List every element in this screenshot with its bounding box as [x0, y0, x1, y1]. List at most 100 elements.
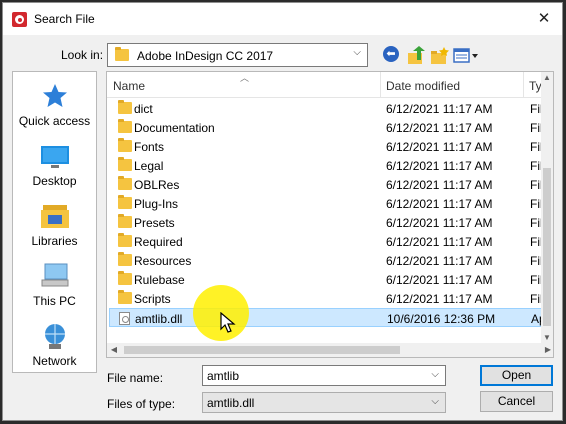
- file-name: Documentation: [134, 121, 215, 135]
- file-row[interactable]: Legal 6/12/2021 11:17 AM Fil: [109, 156, 543, 175]
- file-type-label: Files of type:: [107, 397, 176, 411]
- back-arrow-icon: ⬅: [383, 46, 399, 62]
- scroll-right-icon[interactable]: ▶: [541, 343, 553, 357]
- file-name: Scripts: [134, 292, 171, 306]
- libraries-icon: [38, 202, 72, 230]
- column-type-header[interactable]: Ty: [529, 79, 542, 93]
- column-name-header[interactable]: Name: [113, 79, 145, 93]
- app-icon: [12, 12, 27, 27]
- place-label: Quick access: [18, 114, 91, 128]
- chevron-down-icon[interactable]: ⌵: [431, 369, 439, 380]
- title-bar: Search File ✕: [3, 3, 562, 35]
- view-menu-button[interactable]: [453, 46, 479, 66]
- new-folder-icon: [431, 47, 449, 64]
- file-date: 6/12/2021 11:17 AM: [386, 102, 493, 116]
- up-folder-button[interactable]: [407, 46, 427, 66]
- place-quick-access[interactable]: Quick access: [13, 82, 96, 128]
- folder-icon: [118, 271, 132, 288]
- place-label: Libraries: [31, 234, 78, 248]
- file-date: 6/12/2021 11:17 AM: [386, 216, 493, 230]
- mouse-cursor-icon: [220, 312, 236, 333]
- file-row[interactable]: OBLRes 6/12/2021 11:17 AM Fil: [109, 175, 543, 194]
- place-label: Desktop: [32, 174, 77, 188]
- folder-icon: [118, 176, 132, 193]
- search-file-dialog: Search File ✕ Look in: Adobe InDesign CC…: [2, 2, 563, 421]
- back-button[interactable]: ⬅: [383, 46, 403, 66]
- file-date: 6/12/2021 11:17 AM: [386, 292, 493, 306]
- file-date: 6/12/2021 11:17 AM: [386, 140, 493, 154]
- file-name-value: amtlib: [207, 369, 240, 383]
- file-name: Required: [134, 235, 183, 249]
- open-button[interactable]: Open: [480, 365, 553, 386]
- file-row[interactable]: Scripts 6/12/2021 11:17 AM Fil: [109, 289, 543, 308]
- close-button[interactable]: ✕: [532, 8, 556, 30]
- file-type-select[interactable]: amtlib.dll ⌵: [202, 392, 446, 413]
- chevron-down-icon: ⌵: [431, 396, 439, 407]
- file-name: Rulebase: [134, 273, 185, 287]
- file-type-value: amtlib.dll: [207, 396, 255, 410]
- desktop-icon: [38, 142, 72, 170]
- folder-icon: [118, 138, 132, 155]
- folder-icon: [118, 233, 132, 250]
- file-date: 6/12/2021 11:17 AM: [386, 273, 493, 287]
- file-row[interactable]: Plug-Ins 6/12/2021 11:17 AM Fil: [109, 194, 543, 213]
- file-name-input[interactable]: amtlib ⌵: [202, 365, 446, 386]
- folder-icon: [115, 47, 129, 64]
- file-row[interactable]: Presets 6/12/2021 11:17 AM Fil: [109, 213, 543, 232]
- file-date: 6/12/2021 11:17 AM: [386, 178, 493, 192]
- window-title: Search File: [34, 12, 95, 26]
- places-bar: Quick access Desktop Libraries This PC N…: [12, 71, 97, 373]
- file-row[interactable]: Resources 6/12/2021 11:17 AM Fil: [109, 251, 543, 270]
- file-date: 6/12/2021 11:17 AM: [386, 254, 493, 268]
- file-row[interactable]: amtlib.dll10/6/2016 12:36 PMAp: [109, 308, 544, 328]
- folder-icon: [118, 290, 132, 307]
- horizontal-scrollbar[interactable]: ◀ ▶: [107, 343, 553, 357]
- folder-icon: [118, 195, 132, 212]
- look-in-label: Look in:: [61, 48, 104, 62]
- file-date: 6/12/2021 11:17 AM: [386, 159, 493, 173]
- sort-ascending-icon: ︿: [240, 73, 250, 83]
- file-date: 6/12/2021 11:17 AM: [386, 235, 493, 249]
- file-row[interactable]: dict 6/12/2021 11:17 AM Fil: [109, 99, 543, 118]
- vertical-scrollbar[interactable]: ▲ ▼: [541, 72, 553, 344]
- place-desktop[interactable]: Desktop: [13, 142, 96, 188]
- file-icon: [119, 312, 130, 328]
- chevron-down-icon: ⌵: [353, 47, 361, 58]
- look-in-dropdown[interactable]: Adobe InDesign CC 2017 ⌵: [107, 43, 368, 67]
- scroll-up-icon[interactable]: ▲: [541, 72, 553, 84]
- computer-icon: [38, 262, 72, 290]
- folder-icon: [118, 157, 132, 174]
- place-label: Network: [32, 354, 77, 368]
- file-row[interactable]: Rulebase 6/12/2021 11:17 AM Fil: [109, 270, 543, 289]
- place-this-pc[interactable]: This PC: [13, 262, 96, 308]
- file-name: Plug-Ins: [134, 197, 179, 211]
- place-network[interactable]: Network: [13, 322, 96, 368]
- new-folder-button[interactable]: [430, 46, 450, 66]
- file-row[interactable]: Documentation 6/12/2021 11:17 AM Fil: [109, 118, 543, 137]
- file-row[interactable]: Required 6/12/2021 11:17 AM Fil: [109, 232, 543, 251]
- file-name-label: File name:: [107, 371, 164, 385]
- star-icon: [38, 82, 72, 110]
- vertical-scroll-thumb[interactable]: [543, 168, 551, 326]
- column-date-header[interactable]: Date modified: [386, 79, 460, 93]
- network-icon: [38, 322, 72, 350]
- file-list[interactable]: ︿ Name Date modified Ty dict 6/12/2021 11…: [106, 71, 554, 358]
- scroll-left-icon[interactable]: ◀: [107, 343, 121, 357]
- file-date: 6/12/2021 11:17 AM: [386, 121, 493, 135]
- up-folder-icon: [408, 46, 425, 64]
- file-row[interactable]: Fonts 6/12/2021 11:17 AM Fil: [109, 137, 543, 156]
- folder-icon: [118, 100, 132, 117]
- file-name: amtlib.dll: [135, 312, 183, 326]
- list-header: ︿ Name Date modified Ty: [107, 72, 543, 98]
- file-name: Fonts: [134, 140, 165, 154]
- cancel-button[interactable]: Cancel: [480, 391, 553, 412]
- file-date: 10/6/2016 12:36 PM: [387, 312, 496, 326]
- place-libraries[interactable]: Libraries: [13, 202, 96, 248]
- look-in-value: Adobe InDesign CC 2017: [137, 49, 274, 63]
- folder-icon: [118, 119, 132, 136]
- file-name: dict: [134, 102, 153, 116]
- file-name: Legal: [134, 159, 164, 173]
- file-date: 6/12/2021 11:17 AM: [386, 197, 493, 211]
- horizontal-scroll-thumb[interactable]: [124, 346, 400, 354]
- place-label: This PC: [33, 294, 76, 308]
